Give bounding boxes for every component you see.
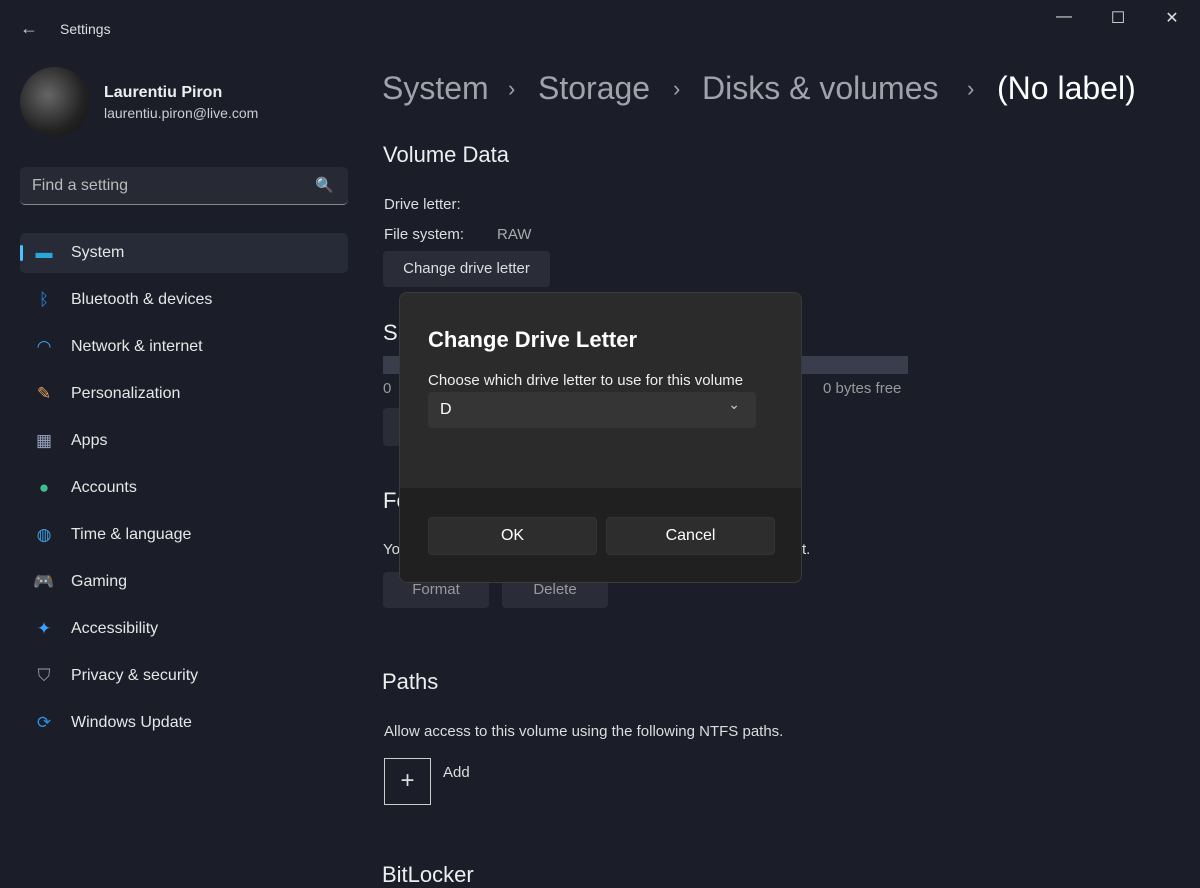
sidebar-item-accounts[interactable]: ● Accounts bbox=[20, 468, 348, 508]
privacy-icon: ⛉ bbox=[37, 666, 51, 685]
breadcrumb-separator: › bbox=[673, 76, 681, 101]
format-description-start: Yo bbox=[383, 541, 400, 558]
sidebar-item-label: Network & internet bbox=[71, 338, 203, 355]
sidebar-item-personalization[interactable]: ✎ Personalization bbox=[20, 374, 348, 414]
free-space: 0 bytes free bbox=[823, 380, 902, 397]
breadcrumb-disks[interactable]: Disks & volumes bbox=[702, 70, 939, 107]
breadcrumb-separator: › bbox=[508, 76, 516, 101]
apps-icon: ▦ bbox=[35, 431, 53, 450]
dialog-title: Change Drive Letter bbox=[428, 327, 638, 352]
network-icon: ◠ bbox=[36, 337, 52, 356]
time-icon: ◍ bbox=[36, 525, 52, 544]
search-placeholder: Find a setting bbox=[32, 177, 129, 194]
chevron-down-icon: ⌄ bbox=[728, 396, 740, 412]
minimize-button[interactable]: — bbox=[1044, 8, 1084, 26]
personalization-icon: ✎ bbox=[36, 384, 52, 403]
windows-icon: ⟳ bbox=[36, 713, 52, 732]
search-input[interactable]: Find a setting 🔍 bbox=[20, 167, 348, 205]
sidebar-item-network-internet[interactable]: ◠ Network & internet bbox=[20, 327, 348, 367]
plus-icon: + bbox=[400, 767, 415, 794]
add-path-button[interactable]: + bbox=[384, 758, 431, 805]
page-title: (No label) bbox=[997, 70, 1136, 106]
breadcrumb-system[interactable]: System bbox=[382, 70, 489, 107]
sidebar-item-label: Bluetooth & devices bbox=[71, 291, 213, 308]
selection-indicator bbox=[20, 245, 23, 261]
sidebar-item-system[interactable]: ▬ System bbox=[20, 233, 348, 273]
avatar[interactable] bbox=[20, 67, 90, 137]
change-drive-letter-dialog: Change Drive Letter Choose which drive l… bbox=[399, 292, 802, 583]
user-email: laurentiu.piron@live.com bbox=[104, 105, 259, 121]
paths-description: Allow access to this volume using the fo… bbox=[384, 723, 784, 740]
dialog-prompt: Choose which drive letter to use for thi… bbox=[428, 372, 744, 389]
change-drive-letter-button[interactable]: Change drive letter bbox=[383, 251, 550, 287]
ok-button[interactable]: OK bbox=[428, 517, 597, 555]
breadcrumb-storage[interactable]: Storage bbox=[538, 70, 650, 107]
selected-drive-letter: D bbox=[440, 401, 452, 418]
drive-letter-label: Drive letter: bbox=[384, 196, 461, 213]
sidebar-item-label: Windows Update bbox=[71, 714, 192, 731]
format-description-end: t. bbox=[802, 541, 811, 558]
window-title: Settings bbox=[60, 21, 111, 37]
maximize-button[interactable]: ☐ bbox=[1098, 8, 1138, 28]
sidebar-item-label: System bbox=[71, 244, 125, 261]
sidebar-item-label: Apps bbox=[71, 432, 108, 449]
sidebar-item-label: Gaming bbox=[71, 573, 128, 590]
sidebar-item-label: Personalization bbox=[71, 385, 181, 402]
drive-letter-select[interactable]: D ⌄ bbox=[428, 392, 756, 428]
file-system-label: File system: bbox=[384, 226, 465, 243]
volume-data-heading: Volume Data bbox=[383, 142, 509, 167]
sidebar-item-label: Privacy & security bbox=[71, 667, 199, 684]
bitlocker-heading: BitLocker bbox=[382, 862, 474, 887]
sidebar-item-label: Time & language bbox=[71, 526, 192, 543]
back-button[interactable]: ← bbox=[20, 18, 38, 39]
breadcrumb-separator: › bbox=[967, 76, 975, 101]
close-button[interactable]: ✕ bbox=[1152, 8, 1192, 28]
bluetooth-icon: ᛒ bbox=[38, 290, 50, 309]
sidebar-item-time-language[interactable]: ◍ Time & language bbox=[20, 515, 348, 555]
sidebar-item-gaming[interactable]: 🎮 Gaming bbox=[20, 562, 348, 602]
used-space: 0 bbox=[383, 380, 392, 397]
user-name: Laurentiu Piron bbox=[104, 84, 223, 101]
add-path-label[interactable]: Add bbox=[443, 764, 470, 781]
sidebar-item-label: Accounts bbox=[71, 479, 137, 496]
cancel-button[interactable]: Cancel bbox=[606, 517, 775, 555]
accessibility-icon: ✦ bbox=[36, 619, 52, 638]
system-icon: ▬ bbox=[35, 243, 53, 262]
sidebar-item-apps[interactable]: ▦ Apps bbox=[20, 421, 348, 461]
sidebar-item-bluetooth-devices[interactable]: ᛒ Bluetooth & devices bbox=[20, 280, 348, 320]
accounts-icon: ● bbox=[38, 478, 50, 497]
sidebar-item-label: Accessibility bbox=[71, 620, 159, 637]
sidebar-item-accessibility[interactable]: ✦ Accessibility bbox=[20, 609, 348, 649]
sidebar-item-windows-update[interactable]: ⟳ Windows Update bbox=[20, 703, 348, 743]
gaming-icon: 🎮 bbox=[33, 572, 55, 591]
sidebar-item-privacy-security[interactable]: ⛉ Privacy & security bbox=[20, 656, 348, 696]
search-icon: 🔍 bbox=[315, 177, 334, 194]
paths-heading: Paths bbox=[382, 669, 439, 694]
file-system-value: RAW bbox=[497, 226, 532, 243]
